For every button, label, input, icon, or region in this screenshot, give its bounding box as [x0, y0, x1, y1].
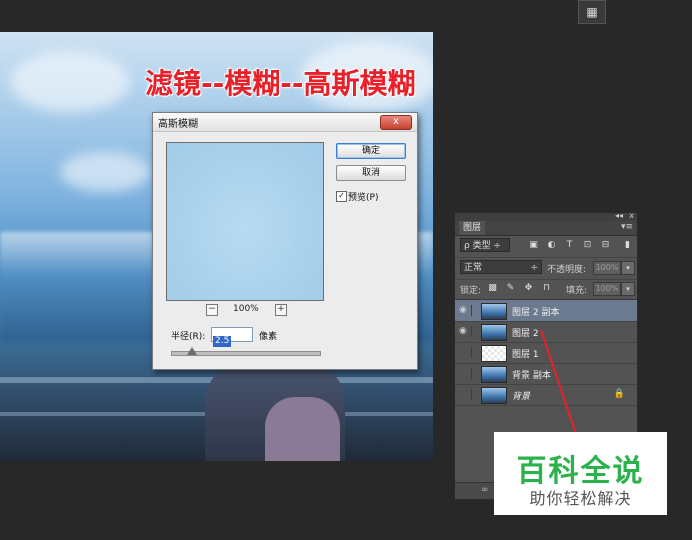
watermark-title: 百科全说: [516, 454, 645, 489]
annotation-line: [540, 329, 579, 441]
watermark-logo: 百科全说 助你轻松解决: [494, 432, 667, 515]
watermark-subtitle: 助你轻松解决: [529, 489, 632, 508]
